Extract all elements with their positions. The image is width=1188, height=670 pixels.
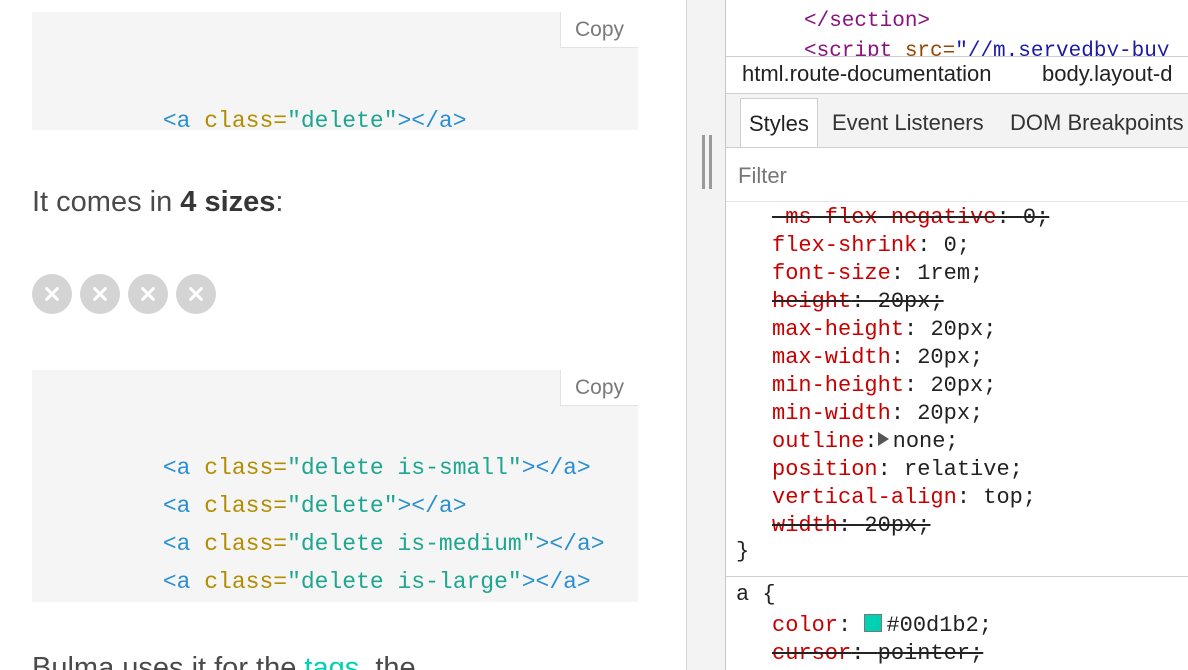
css-prop-value: pointer; — [877, 641, 984, 666]
css-property[interactable]: flex-shrink: 0; — [772, 233, 970, 258]
css-prop-value: 20px; — [864, 513, 931, 538]
devtools-splitter[interactable] — [686, 0, 726, 670]
code-block-delete: Copy <a class="delete"></a> — [32, 12, 638, 134]
code-line: <a class="delete"></a> — [80, 64, 467, 178]
tab-styles[interactable]: Styles — [740, 98, 818, 147]
styles-pane: -ms-flex-negative: 0; flex-shrink: 0; fo… — [726, 202, 1188, 670]
dom-tree: </ul> </section> <script src="//m.served… — [726, 0, 1188, 56]
css-prop-name: font-size — [772, 261, 891, 286]
css-property[interactable]: min-width: 20px; — [772, 401, 983, 426]
css-prop-value: top; — [983, 485, 1037, 510]
para-bold: 4 sizes — [180, 186, 276, 218]
para-text: , the — [359, 652, 416, 670]
css-prop-name: flex-shrink — [772, 233, 918, 258]
css-prop-value: 20px; — [917, 401, 984, 426]
copy-button[interactable]: Copy — [560, 370, 638, 406]
breadcrumb: html.route-documentation body.layout-d — [726, 56, 1188, 94]
dom-node[interactable]: <script src="//m.servedby-buy — [804, 40, 1169, 56]
drag-grip-icon[interactable] — [702, 135, 712, 189]
css-property[interactable]: font-size: 1rem; — [772, 261, 983, 286]
css-prop-name: min-width — [772, 401, 891, 426]
css-prop-value: 0; — [943, 233, 971, 258]
delete-sizes-demo — [32, 274, 216, 314]
css-prop-name: max-width — [772, 345, 891, 370]
css-prop-value: 1rem; — [917, 261, 984, 286]
css-property[interactable]: max-height: 20px; — [772, 317, 996, 342]
css-prop-value: 0; — [1022, 205, 1050, 230]
css-prop-name: cursor — [772, 641, 852, 666]
css-property[interactable]: min-height: 20px; — [772, 373, 996, 398]
css-property[interactable]: outline: none; — [772, 429, 959, 454]
code-tag-close: ></a> — [397, 108, 467, 134]
css-prop-value: 20px; — [930, 373, 997, 398]
dom-tag: <script — [804, 40, 893, 56]
sizes-paragraph: It comes in 4 sizes: — [32, 186, 283, 219]
delete-button-demo[interactable] — [80, 274, 120, 314]
code-tag-close: ></a> — [521, 455, 591, 481]
css-prop-value: #00d1b2; — [886, 613, 993, 638]
dom-attr: src= — [892, 40, 956, 56]
css-property[interactable]: height: 20px; — [772, 289, 944, 314]
css-selector[interactable]: a { — [736, 582, 776, 607]
code-string: "delete" — [287, 108, 398, 134]
delete-button-demo[interactable] — [32, 274, 72, 314]
rule-close-brace: } — [736, 539, 750, 564]
usage-paragraph: Bulma uses it for the tags, the — [32, 652, 416, 670]
css-property[interactable]: cursor: pointer; — [772, 641, 983, 666]
css-prop-name: outline — [772, 429, 865, 454]
code-block-delete-sizes: Copy <a class="delete is-small"></a> <a … — [32, 370, 638, 602]
tab-event-listeners[interactable]: Event Listeners — [824, 98, 992, 147]
css-prop-value: 20px; — [917, 345, 984, 370]
tab-dom-breakpoints[interactable]: DOM Breakpoints — [1002, 98, 1188, 147]
css-prop-name: min-height — [772, 373, 905, 398]
documentation-page: Copy <a class="delete"></a> It comes in … — [0, 0, 686, 670]
css-prop-name: position — [772, 457, 878, 482]
code-tag-open: <a — [162, 569, 191, 595]
css-prop-name: vertical-align — [772, 485, 957, 510]
css-prop-value: none; — [892, 429, 959, 454]
css-property[interactable]: vertical-align: top; — [772, 485, 1036, 510]
css-prop-name: height — [772, 289, 852, 314]
para-text: It comes in — [32, 186, 181, 218]
sidebar-tabs: Styles Event Listeners DOM Breakpoints — [726, 94, 1188, 148]
css-property[interactable]: color: #00d1b2; — [772, 613, 992, 638]
css-prop-name: max-height — [772, 317, 905, 342]
color-swatch-icon[interactable] — [864, 614, 883, 632]
delete-button-demo[interactable] — [176, 274, 216, 314]
delete-button-demo[interactable] — [128, 274, 168, 314]
css-prop-name: -ms-flex-negative — [772, 205, 997, 230]
css-property[interactable]: max-width: 20px; — [772, 345, 983, 370]
rule-divider — [726, 576, 1188, 577]
devtools-panel: </ul> </section> <script src="//m.served… — [726, 0, 1188, 670]
dom-attr-value: "//m.servedby-buy — [955, 40, 1170, 56]
css-prop-name: width — [772, 513, 839, 538]
css-property[interactable]: width: 20px; — [772, 513, 930, 538]
para-text: Bulma uses it for the — [32, 652, 305, 670]
para-text: : — [275, 186, 284, 218]
css-prop-value: 20px; — [930, 317, 997, 342]
code-attr: class= — [204, 108, 288, 134]
copy-button[interactable]: Copy — [560, 12, 638, 48]
css-prop-value: 20px; — [877, 289, 944, 314]
dom-node[interactable]: </section> — [804, 10, 930, 33]
filter-bar — [726, 148, 1188, 202]
css-prop-name: color — [772, 613, 839, 638]
tags-link[interactable]: tags — [304, 652, 359, 670]
code-tag-close: ></a> — [521, 569, 591, 595]
code-string: "delete is-large" — [287, 569, 522, 595]
breadcrumb-item[interactable]: body.layout-d — [1042, 61, 1172, 87]
code-tag-open: <a — [162, 108, 191, 134]
breadcrumb-item[interactable]: html.route-documentation — [742, 61, 991, 87]
filter-input[interactable] — [736, 158, 1160, 194]
css-property[interactable]: -ms-flex-negative: 0; — [772, 205, 1049, 230]
code-line: <a class="delete is-large"></a> — [80, 525, 591, 639]
css-prop-value: relative; — [904, 457, 1023, 482]
code-attr: class= — [204, 569, 288, 595]
expand-triangle-icon[interactable] — [877, 432, 889, 446]
css-property[interactable]: position: relative; — [772, 457, 1023, 482]
